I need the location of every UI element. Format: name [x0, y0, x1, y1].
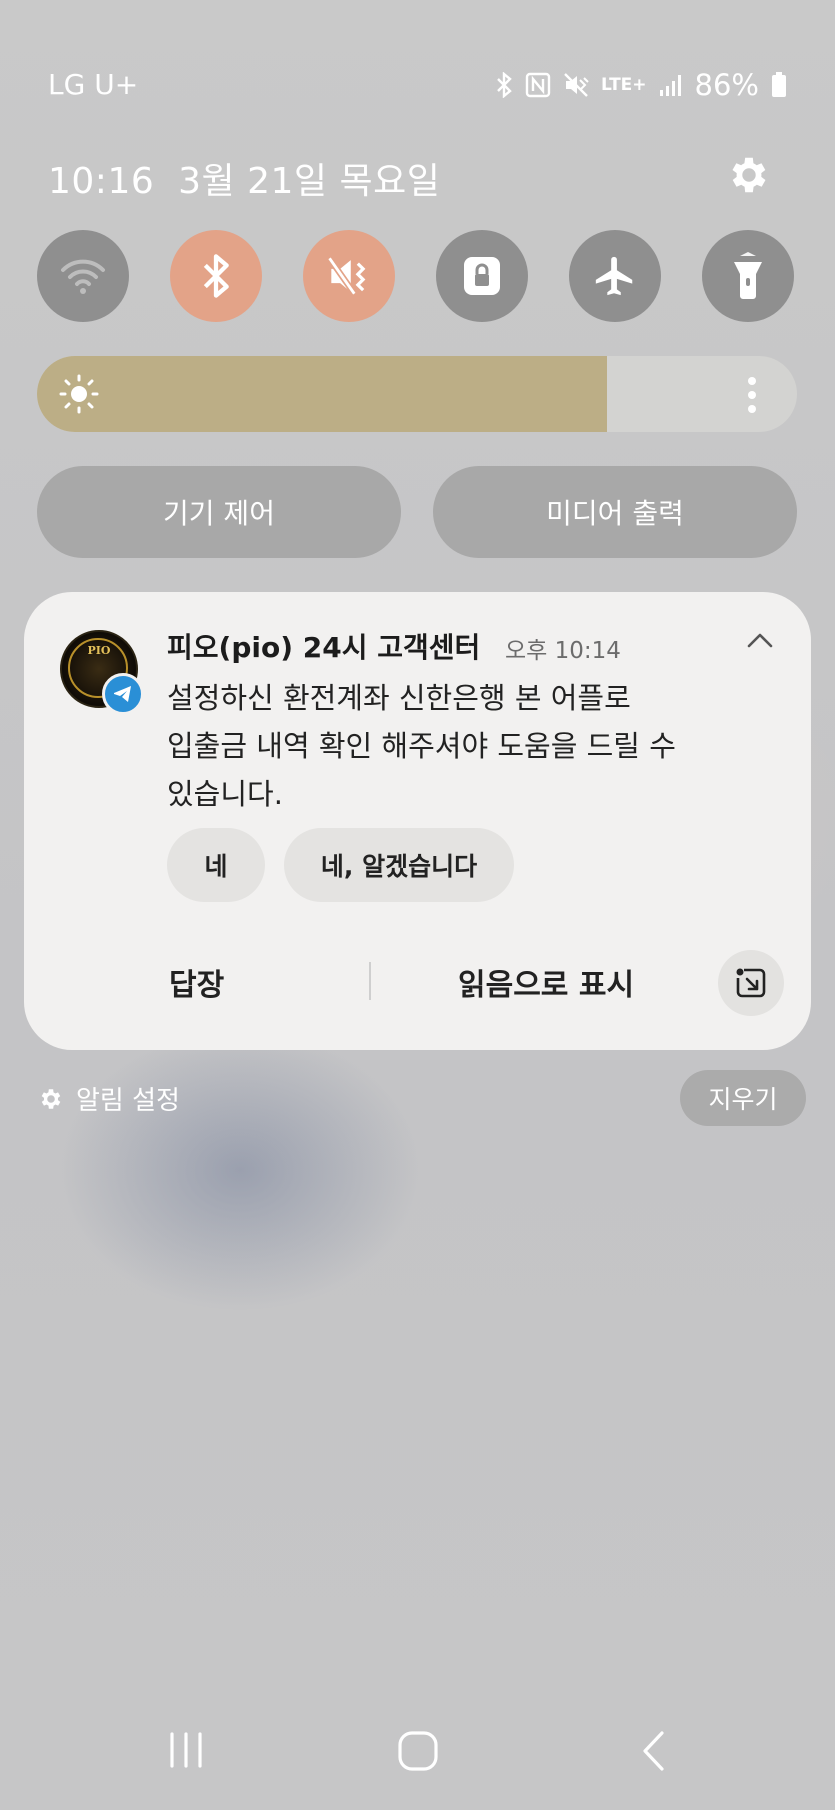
mute-icon — [327, 256, 366, 296]
home-icon — [398, 1731, 438, 1771]
brightness-fill — [37, 356, 607, 432]
quick-reply-yes-understood[interactable]: 네, 알겠습니다 — [284, 828, 514, 902]
notification-settings-label: 알림 설정 — [76, 1086, 180, 1116]
airplane-toggle[interactable] — [569, 230, 661, 322]
reply-action[interactable]: 답장 — [169, 960, 224, 1004]
avatar-logo-text: PIO — [87, 644, 111, 657]
flashlight-toggle[interactable] — [702, 230, 794, 322]
telegram-icon — [102, 673, 144, 715]
device-control-button[interactable]: 기기 제어 — [37, 466, 401, 558]
date-time: 10:16 3월 21일 목요일 — [48, 152, 440, 204]
back-icon — [643, 1731, 664, 1771]
bluetooth-toggle[interactable] — [170, 230, 262, 322]
carrier-label: LG U+ — [48, 68, 139, 101]
mark-as-read-action[interactable]: 읽음으로 표시 — [458, 960, 634, 1004]
lock-icon — [464, 257, 500, 295]
wifi-icon — [61, 259, 105, 294]
date: 3월 21일 목요일 — [178, 161, 441, 202]
status-icons: LTE+ 86% — [495, 68, 787, 102]
clear-button[interactable]: 지우기 — [680, 1070, 806, 1126]
home-button[interactable] — [397, 1730, 439, 1776]
clock: 10:16 — [48, 161, 155, 202]
settings-gear-small-icon — [41, 1088, 61, 1109]
notification-body: 설정하신 환전계좌 신한은행 본 어플로 입출금 내역 확인 해주셔야 도움을 … — [167, 681, 676, 811]
back-button[interactable] — [640, 1730, 668, 1776]
bluetooth-status-icon — [497, 72, 512, 98]
battery-percent: 86% — [694, 68, 759, 102]
signal-icon — [659, 75, 681, 96]
nfc-icon — [525, 72, 551, 98]
mute-toggle[interactable] — [303, 230, 395, 322]
settings-gear-icon[interactable] — [726, 152, 772, 198]
action-divider — [369, 962, 371, 1000]
mute-status-icon — [564, 73, 589, 97]
more-options-icon[interactable] — [747, 376, 757, 414]
bluetooth-icon — [203, 254, 229, 298]
popup-view-button[interactable] — [718, 950, 784, 1016]
notification-title: 피오(pio) 24시 고객센터 — [167, 631, 481, 664]
sun-icon — [59, 374, 99, 414]
wifi-toggle[interactable] — [37, 230, 129, 322]
collapse-chevron-icon[interactable] — [745, 630, 775, 654]
recent-apps-button[interactable] — [166, 1730, 206, 1774]
recent-apps-icon — [170, 1732, 202, 1768]
flashlight-icon — [734, 252, 762, 299]
airplane-icon — [595, 256, 633, 296]
media-output-button[interactable]: 미디어 출력 — [433, 466, 797, 558]
screen-lock-toggle[interactable] — [436, 230, 528, 322]
notification-time: 오후 10:14 — [505, 638, 621, 664]
quick-reply-yes[interactable]: 네 — [167, 828, 265, 902]
notification-settings-link[interactable]: 알림 설정 — [38, 1080, 180, 1117]
network-type: LTE+ — [601, 75, 647, 95]
battery-icon — [772, 72, 786, 97]
open-popup-icon — [736, 968, 766, 998]
brightness-slider[interactable] — [37, 356, 797, 432]
